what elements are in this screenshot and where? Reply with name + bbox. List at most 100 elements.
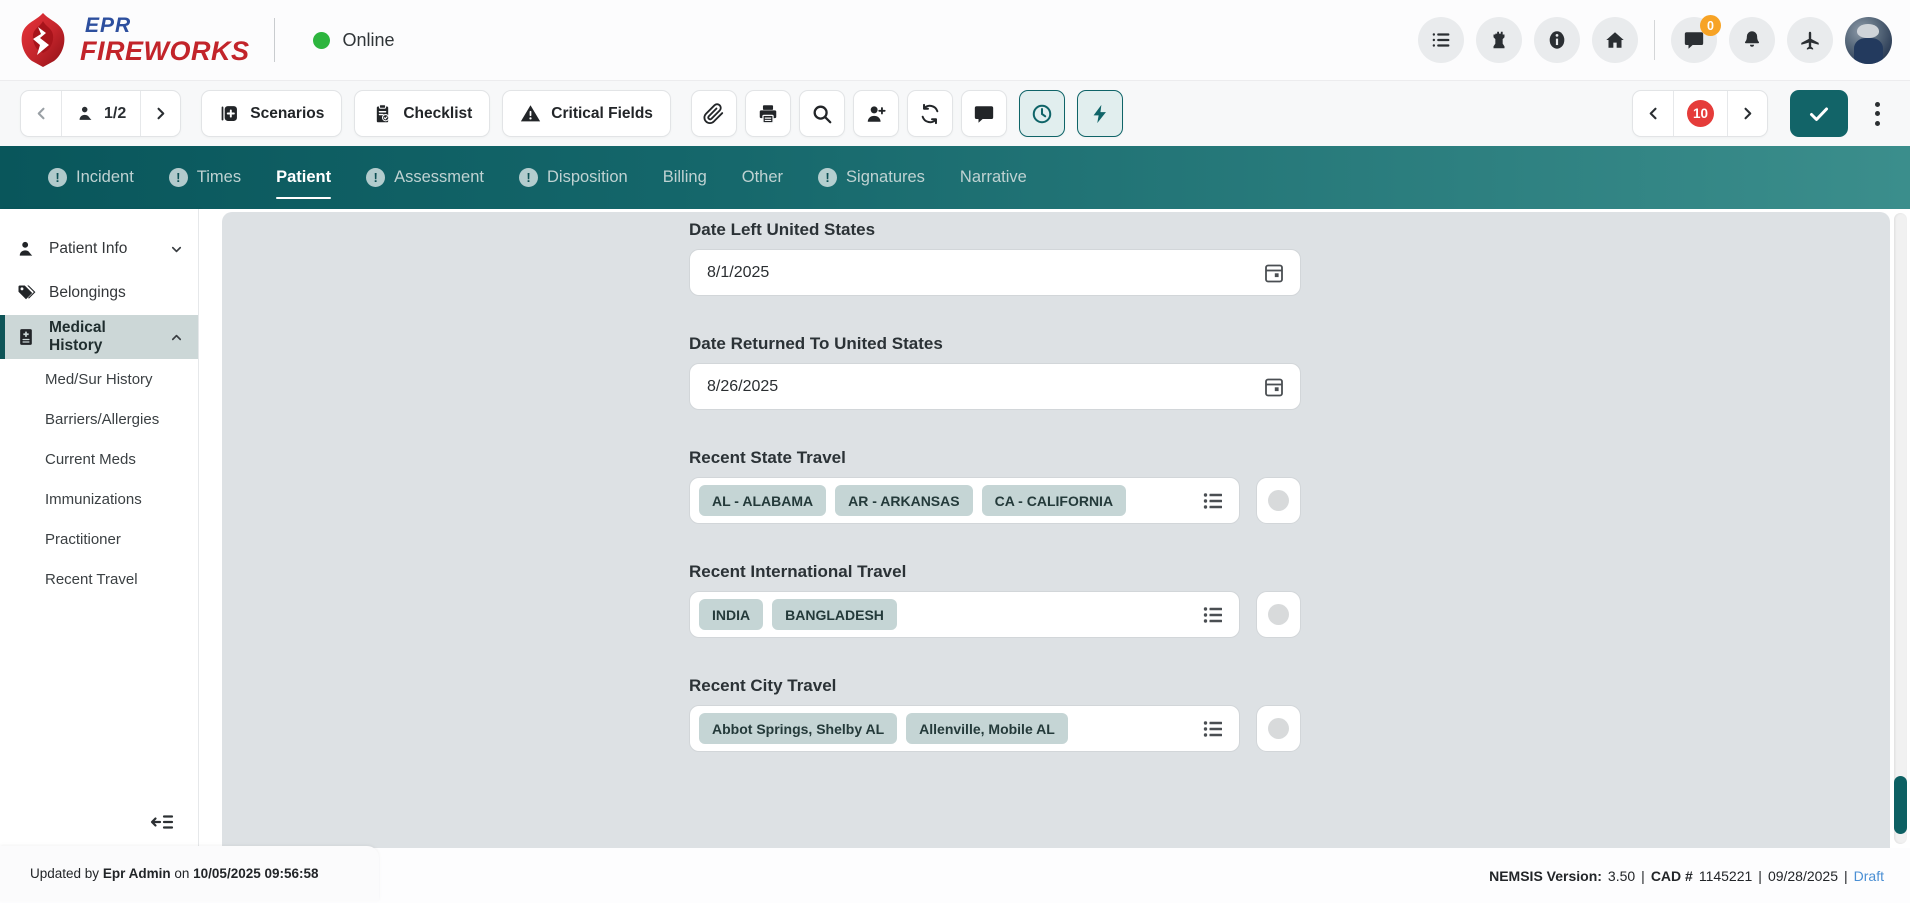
tab-label: Other (742, 168, 783, 187)
date-returned-us-value: 8/26/2025 (707, 378, 778, 396)
print-button[interactable] (745, 90, 791, 137)
sidebar-subitem-current-meds[interactable]: Current Meds (0, 439, 198, 479)
international-travel-none-toggle[interactable] (1256, 591, 1301, 638)
city-travel-none-toggle[interactable] (1256, 705, 1301, 752)
logo-line2: FIREWORKS (80, 38, 250, 65)
scenarios-label: Scenarios (250, 105, 324, 123)
sidebar-item-patient-info[interactable]: Patient Info (0, 227, 198, 271)
toggle-circle (1268, 718, 1289, 739)
header-actions-divider (1654, 20, 1655, 60)
calendar-icon[interactable] (1262, 375, 1286, 399)
medical-document-icon (16, 327, 36, 347)
notifications-button[interactable] (1729, 17, 1775, 63)
tab-narrative[interactable]: Narrative (960, 162, 1027, 193)
vertical-scrollbar-track[interactable] (1894, 213, 1907, 844)
state-chip[interactable]: AL - ALABAMA (699, 485, 826, 516)
tab-assessment[interactable]: ! Assessment (366, 162, 484, 193)
date-left-us-value: 8/1/2025 (707, 264, 769, 282)
more-options-button[interactable] (1862, 90, 1892, 137)
info-button[interactable] (1534, 17, 1580, 63)
field-label: Date Left United States (689, 220, 1301, 240)
recent-city-travel-input[interactable]: Abbot Springs, Shelby AL Allenville, Mob… (689, 705, 1240, 752)
prev-alert-button[interactable] (1633, 91, 1673, 136)
critical-fields-button[interactable]: Critical Fields (502, 90, 671, 137)
state-chip[interactable]: CA - CALIFORNIA (982, 485, 1126, 516)
tab-billing[interactable]: Billing (663, 162, 707, 193)
comment-icon (973, 103, 995, 125)
date-returned-us-input[interactable]: 8/26/2025 (689, 363, 1301, 410)
scenarios-button[interactable]: Scenarios (201, 90, 342, 137)
home-button[interactable] (1592, 17, 1638, 63)
state-chip[interactable]: AR - ARKANSAS (835, 485, 972, 516)
header-divider (274, 18, 275, 62)
draft-status-link[interactable]: Draft (1854, 868, 1884, 884)
record-meta: NEMSIS Version: 3.50 | CAD # 1145221 | 0… (1489, 868, 1884, 884)
collapse-sidebar-icon (150, 812, 174, 832)
scrollbar-area (1890, 209, 1910, 848)
app-window: EPR FIREWORKS Online (0, 0, 1910, 903)
tab-times[interactable]: ! Times (169, 162, 241, 193)
patient-pager-indicator[interactable]: 1/2 (61, 91, 140, 136)
home-icon (1604, 29, 1626, 51)
printer-icon (757, 103, 779, 125)
prev-patient-button[interactable] (21, 91, 61, 136)
tab-incident[interactable]: ! Incident (48, 162, 134, 193)
paperclip-icon (703, 103, 725, 125)
search-button[interactable] (799, 90, 845, 137)
times-quick-button[interactable] (1019, 90, 1065, 137)
content-body: Patient Info Belongings Medical History … (0, 209, 1910, 848)
city-chip[interactable]: Allenville, Mobile AL (906, 713, 1068, 744)
transport-button[interactable] (1787, 17, 1833, 63)
sidebar-item-belongings[interactable]: Belongings (0, 271, 198, 315)
vertical-scrollbar-thumb[interactable] (1894, 776, 1907, 834)
meta-separator: | (1844, 868, 1848, 884)
tab-patient[interactable]: Patient (276, 162, 331, 193)
user-avatar[interactable] (1845, 17, 1892, 64)
recent-international-travel-input[interactable]: INDIA BANGLADESH (689, 591, 1240, 638)
tab-label: Signatures (846, 168, 925, 187)
sidebar-collapse-button[interactable] (150, 812, 176, 834)
tab-disposition[interactable]: ! Disposition (519, 162, 628, 193)
tab-signatures[interactable]: ! Signatures (818, 162, 925, 193)
quick-actions-button[interactable] (1077, 90, 1123, 137)
rook-icon (1488, 29, 1510, 51)
list-picker-icon[interactable] (1201, 489, 1225, 513)
tab-other[interactable]: Other (742, 162, 783, 193)
menu-list-button[interactable] (1418, 17, 1464, 63)
next-alert-button[interactable] (1727, 91, 1767, 136)
save-confirm-button[interactable] (1790, 90, 1848, 137)
rook-button[interactable] (1476, 17, 1522, 63)
tab-label: Disposition (547, 168, 628, 187)
country-chip[interactable]: INDIA (699, 599, 763, 630)
sidebar-subitem-barriers-allergies[interactable]: Barriers/Allergies (0, 399, 198, 439)
meta-separator: | (1758, 868, 1762, 884)
attachments-button[interactable] (691, 90, 737, 137)
field-recent-city-travel: Recent City Travel Abbot Springs, Shelby… (689, 676, 1301, 752)
comments-button[interactable] (961, 90, 1007, 137)
warning-badge: ! (48, 168, 67, 187)
state-travel-none-toggle[interactable] (1256, 477, 1301, 524)
sidebar-subitem-immunizations[interactable]: Immunizations (0, 479, 198, 519)
sync-button[interactable] (907, 90, 953, 137)
add-person-button[interactable] (853, 90, 899, 137)
sidebar-subitem-med-sur-history[interactable]: Med/Sur History (0, 359, 198, 399)
chat-badge: 0 (1700, 15, 1721, 36)
chat-button[interactable]: 0 (1671, 17, 1717, 63)
checklist-button[interactable]: Checklist (354, 90, 490, 137)
recent-state-travel-input[interactable]: AL - ALABAMA AR - ARKANSAS CA - CALIFORN… (689, 477, 1240, 524)
tab-label: Times (197, 168, 241, 187)
clock-icon (1031, 103, 1053, 125)
sidebar-subitem-practitioner[interactable]: Practitioner (0, 519, 198, 559)
country-chip[interactable]: BANGLADESH (772, 599, 897, 630)
list-picker-icon[interactable] (1201, 603, 1225, 627)
sidebar-item-medical-history[interactable]: Medical History (0, 315, 198, 359)
list-picker-icon[interactable] (1201, 717, 1225, 741)
field-recent-state-travel: Recent State Travel AL - ALABAMA AR - AR… (689, 448, 1301, 524)
next-patient-button[interactable] (140, 91, 180, 136)
sidebar-subitem-recent-travel[interactable]: Recent Travel (0, 559, 198, 599)
main-content: Date Left United States 8/1/2025 (199, 209, 1910, 848)
city-chip[interactable]: Abbot Springs, Shelby AL (699, 713, 897, 744)
alert-count-cell[interactable]: 10 (1673, 91, 1727, 136)
date-left-us-input[interactable]: 8/1/2025 (689, 249, 1301, 296)
calendar-icon[interactable] (1262, 261, 1286, 285)
